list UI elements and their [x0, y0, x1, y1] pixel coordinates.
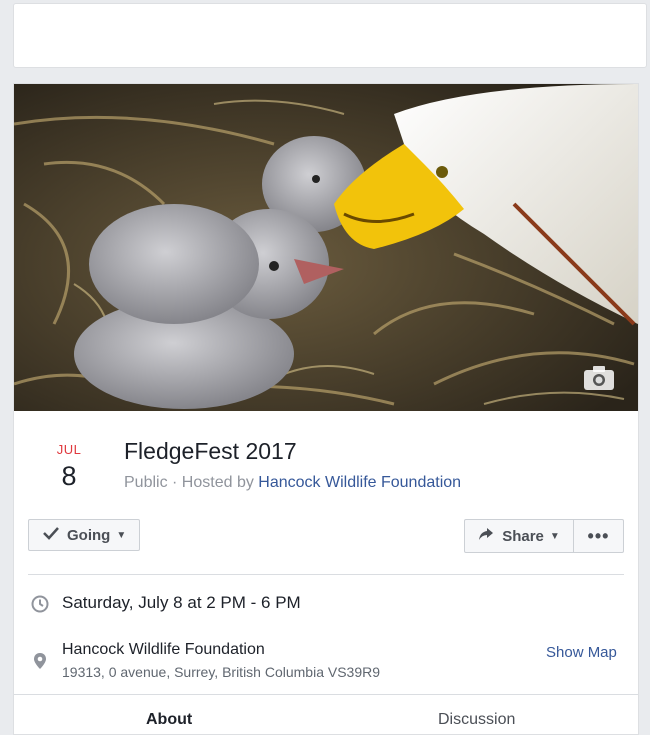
- share-arrow-icon: [478, 527, 494, 545]
- tab-about[interactable]: About: [146, 711, 192, 729]
- cover-photo-illustration: [14, 84, 638, 411]
- tab-discussion[interactable]: Discussion: [438, 711, 515, 729]
- location-address: 19313, 0 avenue, Surrey, British Columbi…: [62, 664, 381, 680]
- event-date-day: 8: [61, 461, 77, 491]
- privacy-label: Public: [124, 474, 168, 491]
- hosted-by-prefix: · Hosted by: [167, 474, 259, 491]
- event-meta: Public · Hosted by Hancock Wildlife Foun…: [124, 474, 461, 492]
- show-map-link[interactable]: Show Map: [546, 644, 617, 661]
- cover-photo[interactable]: [14, 84, 638, 411]
- composer-card: [13, 3, 647, 68]
- going-label: Going: [67, 526, 111, 544]
- share-button[interactable]: Share ▼: [465, 520, 574, 552]
- more-options-button[interactable]: •••: [574, 520, 623, 552]
- caret-down-icon: ▼: [116, 529, 127, 541]
- share-group: Share ▼ •••: [464, 519, 624, 553]
- divider: [14, 694, 638, 695]
- checkmark-icon: [43, 526, 59, 544]
- caret-down-icon: ▼: [549, 530, 560, 542]
- event-date-month: JUL: [56, 442, 82, 457]
- clock-icon: [31, 595, 49, 618]
- event-date: JUL 8: [44, 441, 94, 491]
- event-card: JUL 8 FledgeFest 2017 Public · Hosted by…: [13, 83, 639, 735]
- camera-icon[interactable]: [582, 363, 616, 393]
- event-time: Saturday, July 8 at 2 PM - 6 PM: [62, 593, 301, 612]
- host-link[interactable]: Hancock Wildlife Foundation: [258, 474, 461, 491]
- event-title: FledgeFest 2017: [124, 438, 297, 464]
- going-button[interactable]: Going ▼: [28, 519, 140, 551]
- share-label: Share: [502, 527, 544, 545]
- location-pin-icon: [33, 652, 47, 675]
- divider: [28, 574, 624, 575]
- location-name[interactable]: Hancock Wildlife Foundation: [62, 641, 265, 659]
